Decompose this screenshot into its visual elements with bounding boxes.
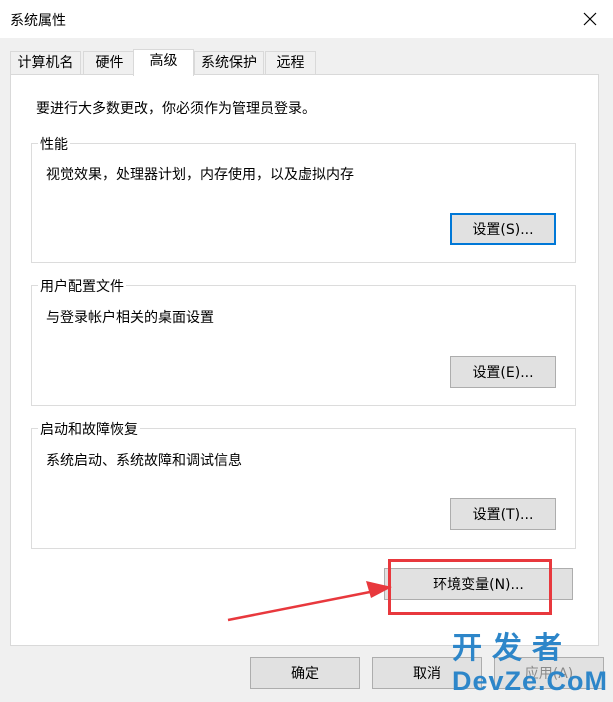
- tab-system-protection[interactable]: 系统保护: [194, 51, 264, 74]
- ok-button[interactable]: 确定: [250, 657, 360, 689]
- startup-recovery-group: [31, 428, 576, 549]
- performance-title: 性能: [38, 134, 70, 154]
- window-title: 系统属性: [10, 13, 66, 29]
- environment-variables-button[interactable]: 环境变量(N)...: [384, 568, 573, 600]
- performance-settings-button[interactable]: 设置(S)...: [450, 213, 556, 245]
- tab-computer-name[interactable]: 计算机名: [10, 51, 81, 74]
- close-icon: [583, 12, 597, 26]
- title-bar: 系统属性: [0, 0, 613, 38]
- performance-description: 视觉效果，处理器计划，内存使用，以及虚拟内存: [46, 167, 354, 183]
- user-profiles-settings-button[interactable]: 设置(E)...: [450, 356, 556, 388]
- user-profiles-title: 用户配置文件: [38, 276, 126, 296]
- close-button[interactable]: [567, 0, 613, 38]
- startup-recovery-settings-button[interactable]: 设置(T)...: [450, 498, 556, 530]
- cancel-button[interactable]: 取消: [372, 657, 482, 689]
- startup-recovery-description: 系统启动、系统故障和调试信息: [46, 453, 242, 469]
- performance-group: [31, 143, 576, 263]
- tab-hardware[interactable]: 硬件: [83, 51, 136, 74]
- tab-remote[interactable]: 远程: [265, 51, 316, 74]
- tab-advanced[interactable]: 高级: [133, 49, 194, 76]
- admin-note: 要进行大多数更改，你必须作为管理员登录。: [36, 101, 316, 117]
- user-profiles-description: 与登录帐户相关的桌面设置: [46, 310, 214, 326]
- startup-recovery-title: 启动和故障恢复: [38, 419, 140, 439]
- apply-button[interactable]: 应用(A): [494, 657, 604, 689]
